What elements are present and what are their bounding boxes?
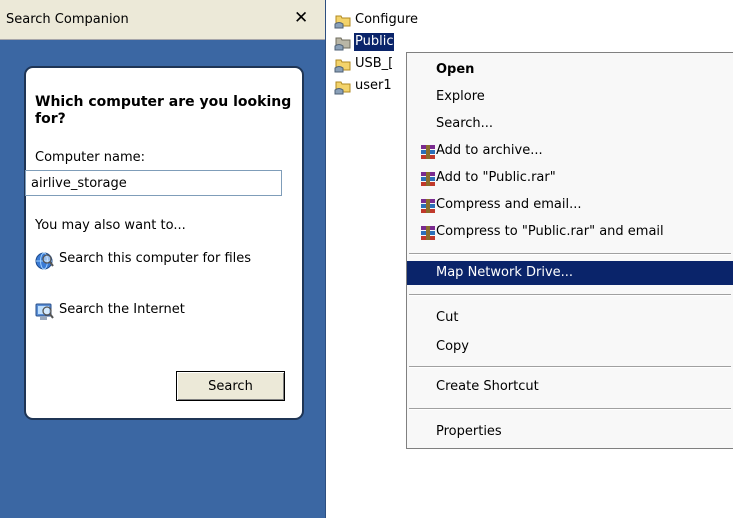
- search-card: Which computer are you looking for? Comp…: [24, 66, 304, 420]
- file-name: Public: [354, 33, 395, 51]
- menu-item-label: Compress and email...: [436, 197, 582, 212]
- menu-item-add-to-archive[interactable]: Add to archive...: [407, 139, 733, 163]
- shared-folder-icon: [334, 77, 352, 95]
- shared-folder-icon: [334, 55, 352, 73]
- menu-item-add-to-public-rar[interactable]: Add to "Public.rar": [407, 166, 733, 190]
- shared-folder-icon: [334, 33, 352, 51]
- menu-item-open[interactable]: Open: [407, 58, 733, 82]
- menu-item-label: Cut: [436, 310, 459, 325]
- menu-item-properties[interactable]: Properties: [407, 420, 733, 444]
- winrar-icon: [420, 171, 436, 186]
- menu-separator: [409, 294, 731, 296]
- menu-item-label: Create Shortcut: [436, 379, 539, 394]
- menu-item-cut[interactable]: Cut: [407, 306, 733, 330]
- shared-folder-icon: [334, 11, 352, 29]
- menu-item-search[interactable]: Search...: [407, 112, 733, 136]
- menu-separator: [409, 366, 731, 368]
- winrar-icon: [420, 198, 436, 213]
- pane-header: Search Companion ✕: [0, 0, 325, 40]
- menu-separator: [409, 408, 731, 410]
- menu-item-compress-to-public-rar-and-email[interactable]: Compress to "Public.rar" and email: [407, 220, 733, 244]
- search-computer-label: Search this computer for files: [59, 251, 252, 266]
- menu-item-label: Add to archive...: [436, 143, 543, 158]
- search-question: Which computer are you looking for?: [35, 94, 292, 127]
- also-label: You may also want to...: [35, 218, 186, 233]
- file-name: user1: [355, 78, 392, 93]
- computer-name-label: Computer name:: [35, 150, 146, 165]
- file-name: Configure: [355, 12, 419, 27]
- search-internet-label: Search the Internet: [59, 302, 185, 317]
- menu-item-compress-and-email[interactable]: Compress and email...: [407, 193, 733, 217]
- winrar-icon: [420, 225, 436, 240]
- search-computer-icon: [35, 251, 55, 271]
- menu-item-label: Explore: [436, 89, 485, 104]
- file-name: USB_[: [355, 56, 394, 71]
- menu-item-copy[interactable]: Copy: [407, 335, 733, 359]
- menu-item-label: Compress to "Public.rar" and email: [436, 224, 664, 239]
- menu-item-create-shortcut[interactable]: Create Shortcut: [407, 375, 733, 399]
- menu-item-label: Add to "Public.rar": [436, 170, 556, 185]
- search-companion-pane: Search Companion ✕ Which computer are yo…: [0, 0, 326, 518]
- winrar-icon: [420, 144, 436, 159]
- menu-item-map-network-drive[interactable]: Map Network Drive...: [407, 261, 733, 285]
- menu-item-label: Properties: [436, 424, 502, 439]
- menu-item-label: Search...: [436, 116, 494, 131]
- pane-title: Search Companion: [6, 12, 129, 27]
- context-menu: Open Explore Search... Add to archive...…: [406, 52, 733, 449]
- menu-item-explore[interactable]: Explore: [407, 85, 733, 109]
- menu-item-label: Open: [436, 62, 475, 77]
- menu-separator: [409, 253, 731, 255]
- search-button[interactable]: Search: [176, 371, 285, 401]
- search-internet-icon: [35, 302, 55, 322]
- close-icon[interactable]: ✕: [294, 8, 308, 28]
- computer-name-input[interactable]: [25, 170, 282, 196]
- menu-item-label: Copy: [436, 339, 469, 354]
- menu-item-label: Map Network Drive...: [436, 265, 574, 280]
